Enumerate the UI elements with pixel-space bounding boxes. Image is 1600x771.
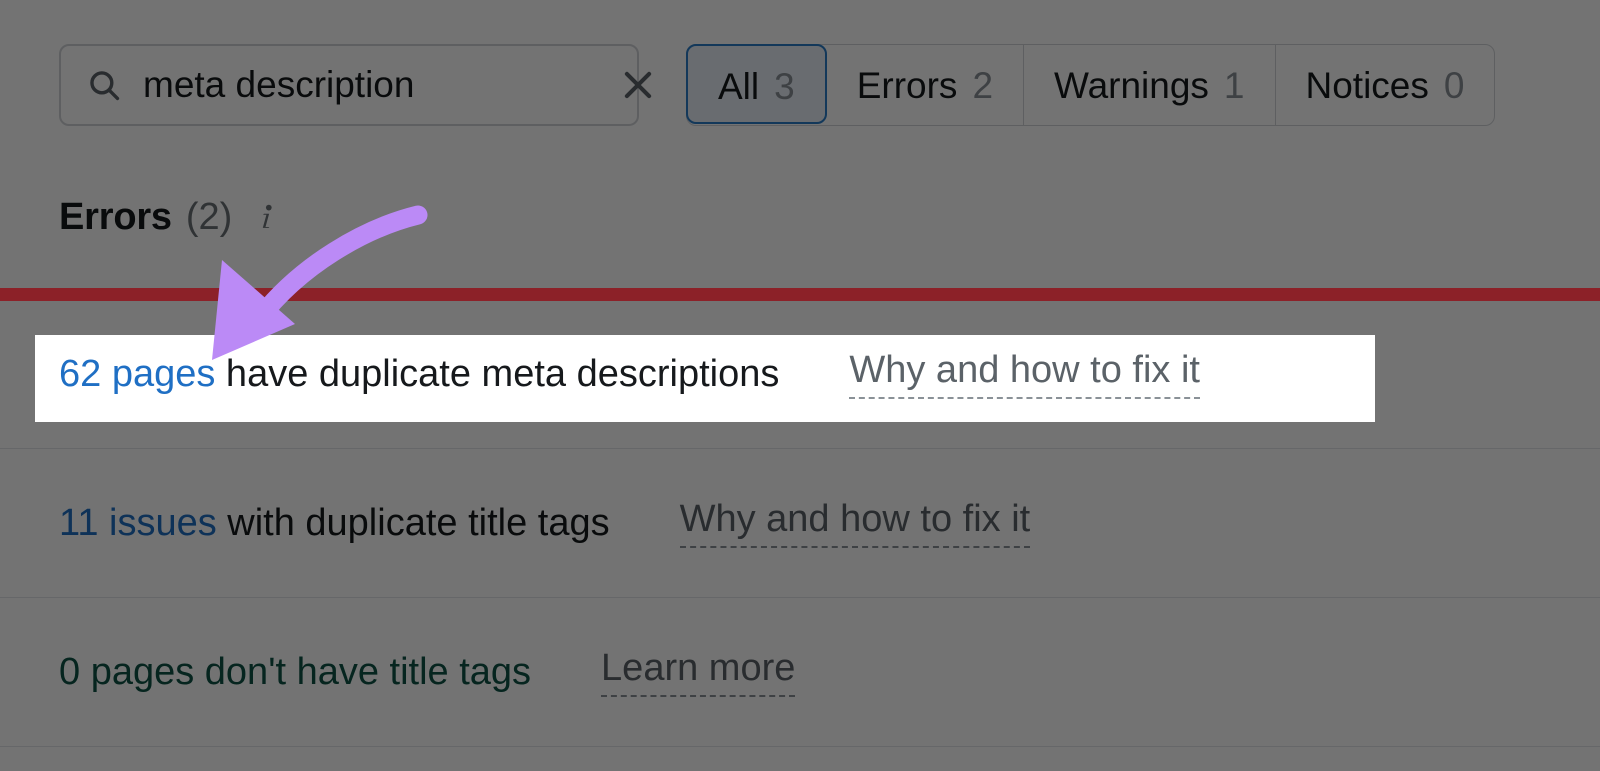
tab-notices[interactable]: Notices 0 <box>1276 45 1495 125</box>
issue-count-link[interactable]: 11 issues <box>59 502 217 544</box>
issue-title: 0 pages don't have title tags <box>59 651 531 694</box>
tab-all[interactable]: All 3 <box>686 44 827 124</box>
issue-description: don't have title tags <box>194 650 532 693</box>
issue-count-link[interactable]: 62 pages <box>59 353 215 395</box>
issue-list: 62 pages have duplicate meta description… <box>0 300 1600 771</box>
audit-ui-layer: All 3 Errors 2 Warnings 1 Notices 0 <box>0 0 1600 771</box>
tab-notices-count: 0 <box>1443 65 1465 106</box>
issue-filter-tabs: All 3 Errors 2 Warnings 1 Notices 0 <box>686 44 1496 126</box>
tab-warnings-count: 1 <box>1223 65 1245 106</box>
tab-errors-label: Errors <box>856 65 958 106</box>
tab-warnings-label: Warnings <box>1054 65 1209 106</box>
fix-it-link[interactable]: Why and how to fix it <box>849 349 1200 399</box>
section-title: Errors <box>59 196 172 238</box>
issue-description: with duplicate title tags <box>216 501 610 544</box>
issue-description: have duplicate meta descriptions <box>215 352 780 395</box>
list-bottom-spacer <box>0 747 1600 771</box>
search-input[interactable] <box>121 64 619 106</box>
issue-title: 62 pages have duplicate meta description… <box>59 353 779 396</box>
fix-it-link[interactable]: Why and how to fix it <box>679 498 1031 548</box>
annotation-red-rule <box>0 288 1600 301</box>
issue-title: 11 issues with duplicate title tags <box>59 502 610 545</box>
table-row[interactable]: 62 pages have duplicate meta description… <box>0 300 1600 449</box>
tab-all-label: All <box>718 66 760 107</box>
tab-all-count: 3 <box>774 66 795 107</box>
toolbar: All 3 Errors 2 Warnings 1 Notices 0 <box>0 0 1600 160</box>
issue-count-link[interactable]: 0 pages <box>59 651 194 693</box>
tab-errors[interactable]: Errors 2 <box>827 45 1025 125</box>
learn-more-link[interactable]: Learn more <box>601 647 796 697</box>
info-icon[interactable] <box>256 203 278 233</box>
search-box[interactable] <box>59 44 652 126</box>
errors-section-header: Errors (2) <box>59 196 278 239</box>
tab-notices-label: Notices <box>1305 65 1429 106</box>
close-icon[interactable] <box>619 66 657 104</box>
audit-issues-screen: All 3 Errors 2 Warnings 1 Notices 0 <box>0 0 1600 771</box>
search-icon <box>87 68 121 102</box>
table-row[interactable]: 11 issues with duplicate title tags Why … <box>0 449 1600 598</box>
section-count: (2) <box>185 196 233 238</box>
tab-errors-count: 2 <box>972 65 994 106</box>
table-row[interactable]: 0 pages don't have title tags Learn more <box>0 598 1600 747</box>
tab-warnings[interactable]: Warnings 1 <box>1024 45 1276 125</box>
